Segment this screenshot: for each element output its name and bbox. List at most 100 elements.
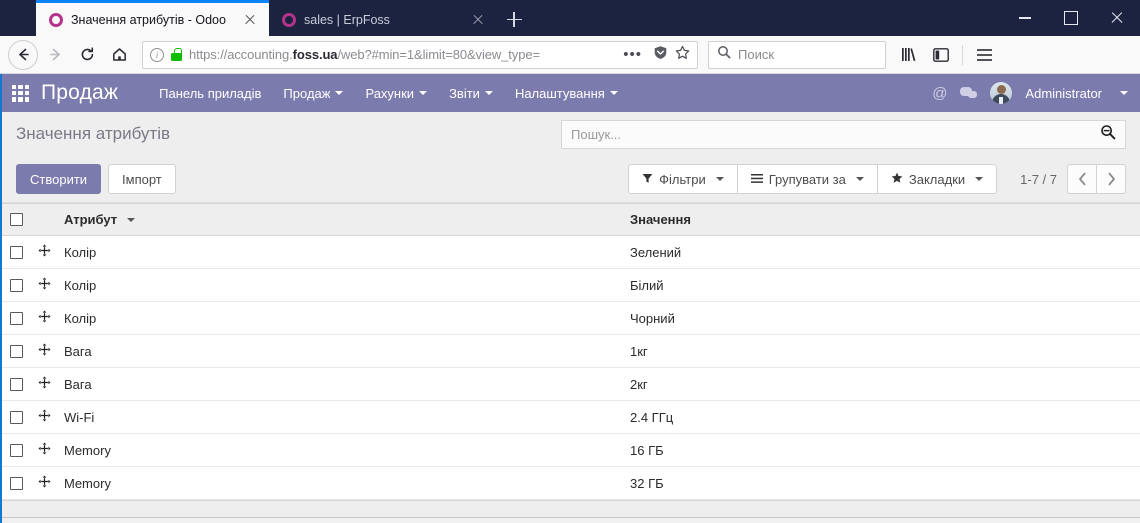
list-lines-icon <box>750 172 763 187</box>
browser-window: Значення атрибутів - Odoo sales | ErpFos… <box>0 0 1140 523</box>
column-label-attribute: Атрибут <box>64 212 118 227</box>
url-prefix: https://accounting. <box>189 47 293 62</box>
table-row[interactable]: Wi-Fi 2.4 ГГц <box>2 400 1140 434</box>
browser-tab-erpfoss[interactable]: sales | ErpFoss <box>269 3 497 36</box>
row-select-cell <box>2 466 30 500</box>
library-icon[interactable] <box>894 40 924 70</box>
at-sign-icon[interactable]: @ <box>932 85 947 102</box>
table-row[interactable]: Колір Чорний <box>2 301 1140 335</box>
browser-tab-odoo[interactable]: Значення атрибутів - Odoo <box>36 0 269 36</box>
page-actions-icon[interactable]: ••• <box>619 46 646 63</box>
drag-handle-icon[interactable] <box>38 343 51 359</box>
handle-header-cell <box>30 203 56 236</box>
menu-item-dashboard[interactable]: Панель приладів <box>148 74 272 112</box>
close-icon[interactable] <box>469 11 487 29</box>
table-body: Колір Зелений Колір Білий Колір Чорний Вага 1кг… <box>2 235 1140 500</box>
select-all-cell <box>2 203 30 236</box>
menu-item-invoices[interactable]: Рахунки <box>354 74 438 112</box>
user-menu-label[interactable]: Administrator <box>1025 86 1102 101</box>
row-checkbox[interactable] <box>10 443 23 457</box>
hamburger-menu-icon[interactable] <box>969 40 999 70</box>
cell-value: 16 ГБ <box>622 433 1140 467</box>
magnifier-minus-icon[interactable] <box>1100 124 1116 145</box>
drag-handle-icon[interactable] <box>38 310 51 326</box>
favorites-label: Закладки <box>908 171 966 187</box>
cell-attribute: Колір <box>56 301 622 335</box>
column-header-attribute[interactable]: Атрибут <box>56 203 622 236</box>
window-controls <box>1002 0 1140 36</box>
back-icon[interactable] <box>8 39 38 70</box>
home-icon[interactable] <box>104 40 134 70</box>
filters-button[interactable]: Фільтри <box>628 164 738 194</box>
pocket-icon[interactable] <box>653 45 668 65</box>
page-info-icon[interactable]: i <box>150 47 164 62</box>
column-header-value[interactable]: Значення <box>622 203 1140 236</box>
next-page-button[interactable] <box>1096 164 1126 194</box>
row-checkbox[interactable] <box>10 344 23 358</box>
row-checkbox[interactable] <box>10 377 23 391</box>
new-tab-button[interactable] <box>497 3 531 36</box>
forward-icon[interactable] <box>40 40 70 70</box>
column-label-value: Значення <box>630 212 691 227</box>
tab-title: sales | ErpFoss <box>304 12 390 27</box>
user-avatar[interactable] <box>990 82 1013 104</box>
address-bar[interactable]: i https://accounting.foss.ua/web?#min=1&… <box>142 40 698 69</box>
close-icon[interactable] <box>241 11 259 29</box>
apps-grid-icon[interactable] <box>12 84 29 102</box>
cell-value: 32 ГБ <box>622 466 1140 500</box>
drag-handle-icon[interactable] <box>38 277 51 293</box>
page-viewport: Продаж Панель приладів Продаж Рахунки Зв <box>0 74 1140 523</box>
table-row[interactable]: Вага 2кг <box>2 367 1140 401</box>
table-row[interactable]: Вага 1кг <box>2 334 1140 368</box>
cell-value: 2кг <box>622 367 1140 401</box>
row-checkbox[interactable] <box>10 311 23 325</box>
row-checkbox[interactable] <box>10 410 23 424</box>
table-row[interactable]: Memory 32 ГБ <box>2 466 1140 500</box>
table-row[interactable]: Memory 16 ГБ <box>2 433 1140 467</box>
maximize-button[interactable] <box>1048 0 1094 36</box>
row-checkbox[interactable] <box>10 245 23 259</box>
chat-bubble-icon[interactable] <box>960 86 978 100</box>
page-title: Значення атрибутів <box>16 124 171 143</box>
group-by-label: Групувати за <box>768 171 846 187</box>
odoo-search-input[interactable]: Пошук... <box>561 119 1126 149</box>
cell-value: Чорний <box>622 301 1140 335</box>
odoo-navbar: Продаж Панель приладів Продаж Рахунки Зв <box>2 74 1140 112</box>
previous-page-button[interactable] <box>1067 164 1097 194</box>
row-checkbox[interactable] <box>10 476 23 490</box>
list-view: Атрибут Значення Колір Зелений Колір Білий К… <box>2 203 1140 517</box>
drag-handle-icon[interactable] <box>38 376 51 392</box>
browser-search-box[interactable]: Поиск <box>708 40 886 69</box>
row-select-cell <box>2 334 30 368</box>
import-button[interactable]: Імпорт <box>108 164 176 194</box>
table-row[interactable]: Колір Білий <box>2 268 1140 302</box>
create-button[interactable]: Створити <box>16 164 102 194</box>
cell-attribute: Колір <box>56 268 622 302</box>
cell-attribute: Вага <box>56 334 622 368</box>
select-all-checkbox[interactable] <box>10 213 23 226</box>
drag-handle-icon[interactable] <box>38 244 51 260</box>
cell-attribute: Memory <box>56 466 622 500</box>
url-domain: foss.ua <box>292 47 338 62</box>
minimize-button[interactable] <box>1002 0 1048 36</box>
reload-icon[interactable] <box>72 40 102 70</box>
favorites-button[interactable]: Закладки <box>876 164 998 194</box>
browser-toolbar: i https://accounting.foss.ua/web?#min=1&… <box>0 36 1140 74</box>
group-by-button[interactable]: Групувати за <box>736 164 878 194</box>
menu-item-sales[interactable]: Продаж <box>272 74 354 112</box>
drag-handle-icon[interactable] <box>38 442 51 458</box>
bookmark-star-icon[interactable] <box>675 45 690 64</box>
browser-search-placeholder: Поиск <box>738 47 775 62</box>
row-checkbox[interactable] <box>10 278 23 292</box>
drag-handle-icon[interactable] <box>38 409 51 425</box>
odoo-search-placeholder: Пошук... <box>571 126 622 142</box>
menu-item-reports[interactable]: Звіти <box>438 74 504 112</box>
row-select-cell <box>2 268 30 302</box>
sidebar-icon[interactable] <box>926 40 956 70</box>
menu-item-settings[interactable]: Налаштування <box>504 74 629 112</box>
drag-handle-icon[interactable] <box>38 475 51 491</box>
view-filter-buttons: Фільтри Групувати за Закладки <box>628 164 998 194</box>
cell-value: Зелений <box>622 235 1140 269</box>
table-row[interactable]: Колір Зелений <box>2 235 1140 269</box>
close-window-button[interactable] <box>1094 0 1140 36</box>
